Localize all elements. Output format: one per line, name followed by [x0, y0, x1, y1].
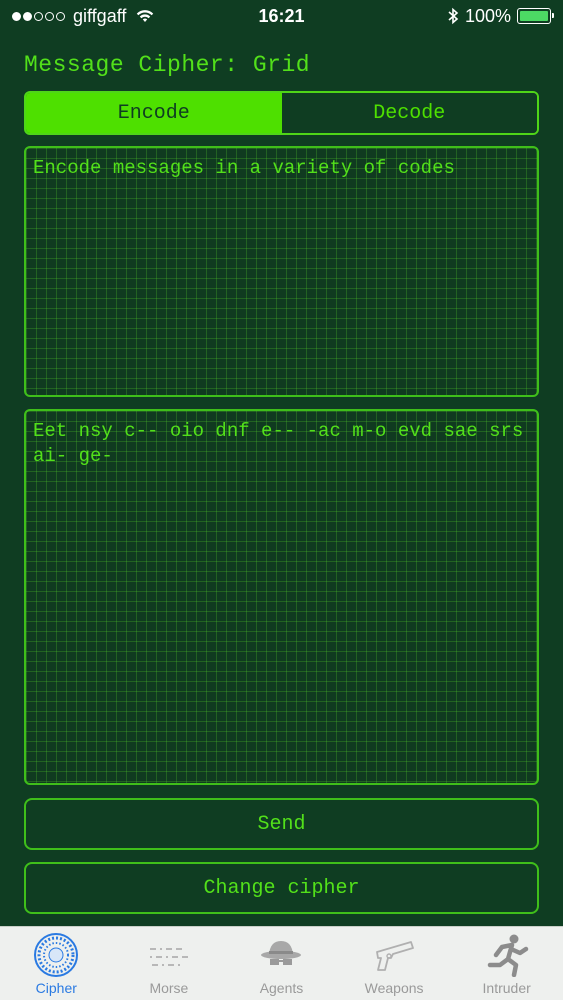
- battery-icon: [517, 8, 554, 24]
- tab-label: Morse: [149, 980, 189, 996]
- bluetooth-icon: [447, 7, 459, 25]
- send-button[interactable]: Send: [24, 798, 539, 850]
- spy-agent-icon: [257, 932, 305, 978]
- battery-percent: 100%: [464, 5, 511, 26]
- mode-segmented-control: Encode Decode: [24, 91, 539, 135]
- pistol-icon: [370, 932, 418, 978]
- cipher-wheel-icon: [32, 932, 80, 978]
- carrier-name: giffgaff: [73, 5, 127, 26]
- tab-label: Cipher: [35, 980, 77, 996]
- status-right: 100%: [447, 5, 554, 27]
- change-cipher-button[interactable]: Change cipher: [24, 862, 539, 914]
- tab-label: Weapons: [364, 980, 424, 996]
- message-input[interactable]: Encode messages in a variety of codes: [24, 146, 539, 397]
- running-man-icon: [483, 932, 531, 978]
- morse-icon: [145, 932, 193, 978]
- cipher-output[interactable]: Eet nsy c-- oio dnf e-- -ac m-o evd sae …: [24, 409, 539, 785]
- tab-bar: Cipher Morse Agents Weapons Intruder: [0, 926, 563, 1000]
- wifi-icon: [136, 9, 154, 23]
- signal-strength-icon: [12, 11, 65, 21]
- tab-morse[interactable]: Morse: [113, 927, 226, 1000]
- tab-intruder[interactable]: Intruder: [450, 927, 563, 1000]
- tab-agents[interactable]: Agents: [225, 927, 338, 1000]
- status-left: giffgaff: [12, 6, 154, 27]
- tab-encode[interactable]: Encode: [26, 93, 282, 133]
- tab-label: Intruder: [482, 980, 531, 996]
- status-bar: giffgaff 16:21 100%: [0, 0, 563, 32]
- tab-weapons[interactable]: Weapons: [338, 927, 451, 1000]
- page-title: Message Cipher: Grid: [24, 52, 311, 78]
- tab-decode[interactable]: Decode: [281, 93, 537, 133]
- tab-cipher[interactable]: Cipher: [0, 927, 113, 1000]
- tab-label: Agents: [259, 980, 304, 996]
